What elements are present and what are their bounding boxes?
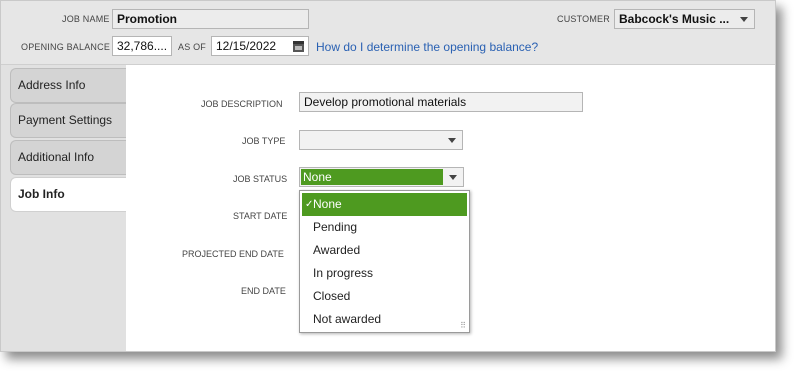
checkmark-icon: ✓: [305, 199, 314, 210]
chevron-down-icon[interactable]: [445, 170, 461, 184]
tab-payment-settings[interactable]: Payment Settings: [10, 103, 126, 138]
opening-balance-help-link[interactable]: How do I determine the opening balance?: [316, 40, 538, 54]
option-awarded[interactable]: Awarded: [300, 239, 469, 262]
edit-job-window: JOB NAME Promotion CUSTOMER Babcock's Mu…: [0, 0, 776, 352]
customer-value: Babcock's Music ...: [619, 12, 730, 26]
tab-address-info[interactable]: Address Info: [10, 68, 126, 103]
tab-job-info[interactable]: Job Info: [10, 177, 126, 212]
as-of-date-value: 12/15/2022: [216, 39, 277, 53]
job-name-field[interactable]: Promotion: [112, 9, 309, 29]
opening-balance-label: OPENING BALANCE: [21, 42, 111, 52]
option-pending[interactable]: Pending: [300, 216, 469, 239]
side-tabs: Address Info Payment Settings Additional…: [1, 65, 126, 351]
calendar-icon[interactable]: [293, 41, 304, 52]
customer-dropdown[interactable]: Babcock's Music ...: [614, 9, 755, 29]
as-of-date-field[interactable]: 12/15/2022: [211, 36, 309, 56]
tab-additional-info[interactable]: Additional Info: [10, 140, 126, 175]
start-date-label: START DATE: [233, 211, 288, 221]
chevron-down-icon[interactable]: [736, 12, 752, 26]
projected-end-date-label: PROJECTED END DATE: [182, 249, 284, 259]
option-in-progress[interactable]: In progress: [300, 262, 469, 285]
job-description-label: JOB DESCRIPTION: [201, 99, 283, 109]
resize-grip-icon[interactable]: ⠿: [460, 321, 466, 330]
option-closed[interactable]: Closed: [300, 285, 469, 308]
job-description-field[interactable]: Develop promotional materials: [299, 92, 583, 112]
customer-label: CUSTOMER: [557, 14, 610, 24]
chevron-down-icon[interactable]: [444, 133, 460, 147]
option-none[interactable]: ✓ None: [302, 193, 467, 216]
job-status-options-list[interactable]: ✓ None Pending Awarded In progress Close…: [299, 190, 470, 333]
job-status-dropdown[interactable]: None: [299, 167, 464, 187]
option-not-awarded[interactable]: Not awarded: [300, 308, 469, 331]
job-name-label: JOB NAME: [62, 14, 110, 24]
opening-balance-field[interactable]: 32,786....: [112, 36, 172, 56]
job-type-dropdown[interactable]: [299, 130, 463, 150]
job-type-label: JOB TYPE: [242, 136, 286, 146]
option-label: None: [313, 197, 342, 211]
job-header: JOB NAME Promotion CUSTOMER Babcock's Mu…: [1, 1, 775, 65]
end-date-label: END DATE: [241, 286, 286, 296]
as-of-label: AS OF: [178, 42, 207, 52]
job-status-value: None: [301, 169, 443, 185]
job-status-label: JOB STATUS: [233, 174, 288, 184]
